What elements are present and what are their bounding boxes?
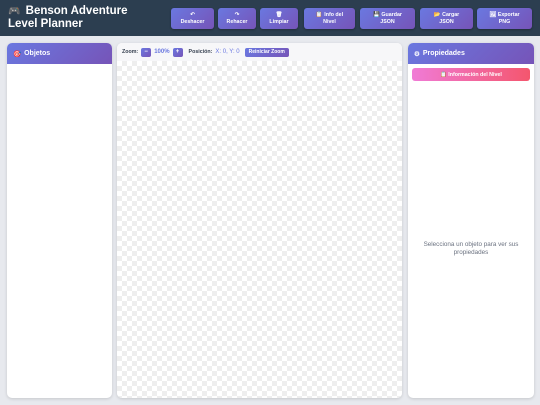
canvas-panel: Zoom: − 100% + Posición: X: 0, Y: 0 Rein…	[117, 43, 402, 398]
app-header: 🎮 Benson Adventure Level Planner ↶ Desha…	[0, 0, 540, 36]
load-json-button[interactable]: 📂 Cargar JSON	[420, 8, 473, 29]
clipboard-icon: 📋	[440, 71, 447, 78]
export-png-label-2: PNG	[498, 18, 511, 25]
undo-button-label: Deshacer	[180, 18, 205, 25]
redo-button-label: Rehacer	[226, 18, 248, 25]
export-png-label-1: Exportar	[497, 12, 520, 18]
objects-panel-title: Objetos	[24, 50, 51, 57]
load-json-label-2: JSON	[439, 18, 454, 25]
app-title-text: Benson Adventure Level Planner	[8, 5, 128, 30]
image-icon: 🖼	[489, 12, 497, 18]
gamepad-icon: 🎮	[8, 6, 21, 17]
zoom-out-button[interactable]: −	[141, 47, 152, 57]
zoom-in-button[interactable]: +	[172, 47, 183, 57]
load-json-label-1: Cargar	[442, 12, 460, 18]
clear-button[interactable]: 🗑 Limpiar	[260, 8, 298, 29]
save-json-label-2: JSON	[380, 18, 395, 25]
level-info-button[interactable]: 📋 Información del Nivel	[412, 68, 530, 81]
redo-button[interactable]: ↷ Rehacer	[218, 8, 256, 29]
app-title: 🎮 Benson Adventure Level Planner	[8, 5, 158, 31]
clear-button-label: Limpiar	[269, 18, 289, 25]
undo-button[interactable]: ↶ Deshacer	[171, 8, 214, 29]
reset-zoom-button[interactable]: Reiniciar Zoom	[244, 47, 289, 57]
objects-panel: 🎯 Objetos	[7, 43, 112, 398]
level-canvas[interactable]	[117, 61, 402, 398]
level-info-label-1: Info del	[324, 12, 344, 18]
empty-selection-message: Selecciona un objeto para ver sus propie…	[423, 241, 519, 256]
zoom-label: Zoom:	[122, 49, 139, 55]
zoom-value: 100%	[154, 49, 170, 55]
level-info-button-label: Información del Nivel	[448, 71, 502, 78]
properties-panel-title: Propiedades	[422, 50, 465, 57]
target-icon: 🎯	[13, 50, 22, 58]
clipboard-icon: 📋	[315, 12, 323, 18]
export-png-button[interactable]: 🖼 Exportar PNG	[477, 8, 532, 29]
zoom-bar: Zoom: − 100% + Posición: X: 0, Y: 0 Rein…	[117, 43, 402, 61]
level-info-label-2: Nivel	[323, 18, 336, 25]
save-json-button[interactable]: 💾 Guardar JSON	[360, 8, 415, 29]
properties-panel-header: ⚙ Propiedades	[408, 43, 534, 64]
gear-icon: ⚙	[414, 50, 420, 58]
position-value: X: 0, Y: 0	[215, 49, 240, 55]
position-label: Posición:	[188, 49, 213, 55]
save-json-label-1: Guardar	[381, 12, 402, 18]
objects-panel-header: 🎯 Objetos	[7, 43, 112, 64]
properties-panel: ⚙ Propiedades 📋 Información del Nivel Se…	[408, 43, 534, 398]
level-info-toolbar-button[interactable]: 📋 Info del Nivel	[304, 8, 355, 29]
folder-icon: 📂	[433, 12, 441, 18]
save-icon: 💾	[373, 12, 380, 18]
